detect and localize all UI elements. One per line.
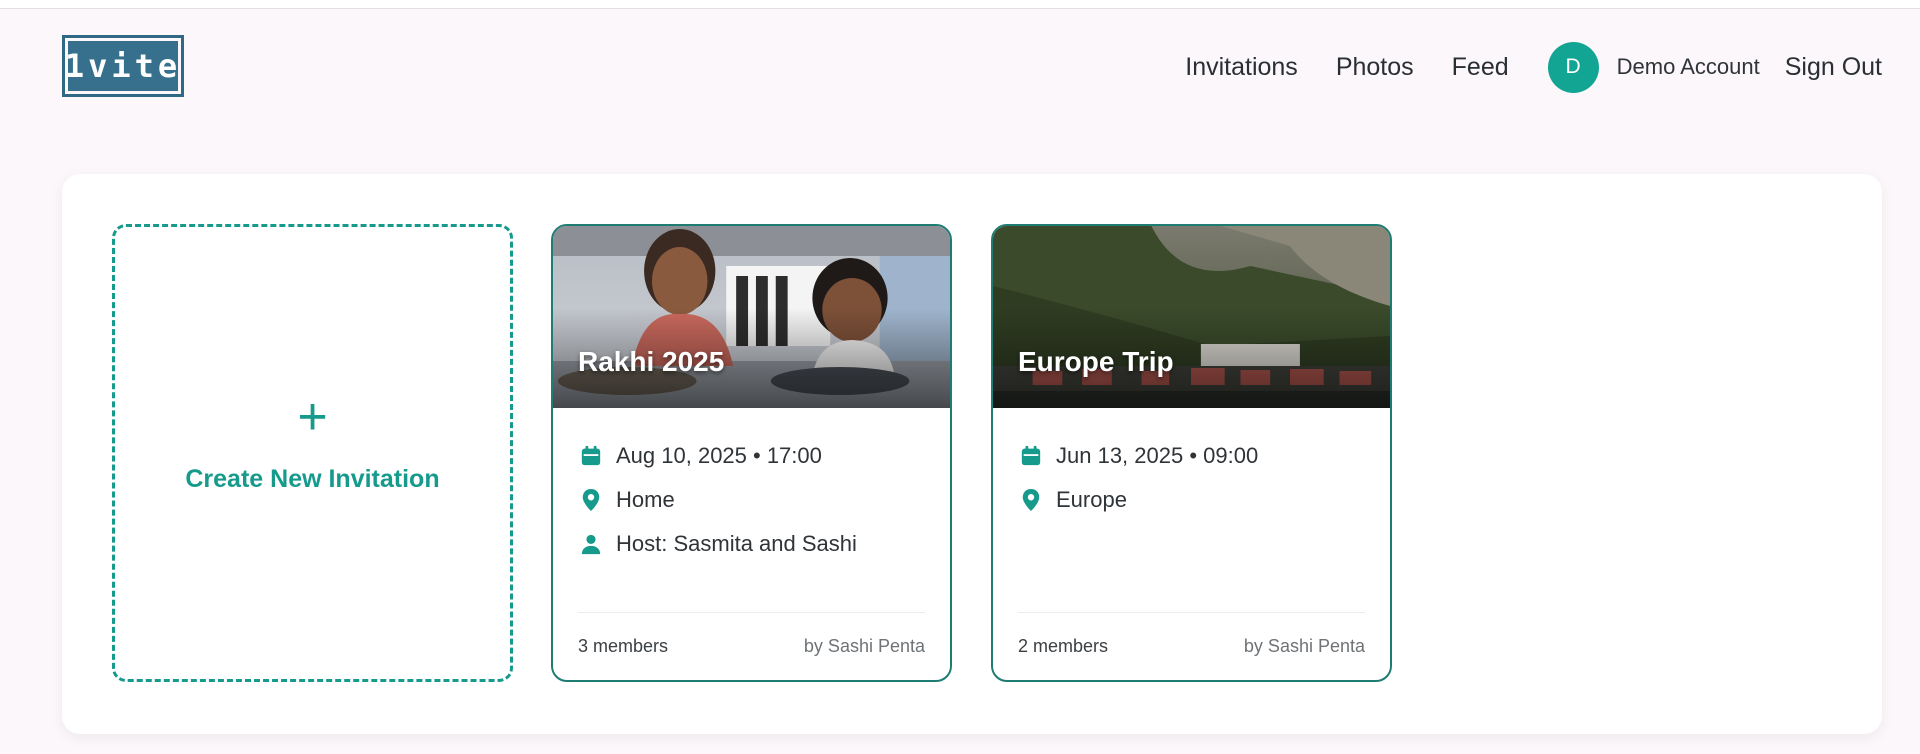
plus-icon: + <box>297 387 328 446</box>
nav-feed[interactable]: Feed <box>1452 53 1509 82</box>
account-menu[interactable]: D Demo Account <box>1547 41 1760 93</box>
created-by: by Sashi Penta <box>803 636 925 656</box>
invitations-panel: + Create New Invitation Rakhi 2025 Aug 1… <box>62 174 1882 734</box>
invitation-title: Europe Trip <box>1018 346 1174 377</box>
account-name: Demo Account <box>1616 54 1760 79</box>
location-row: Europe <box>1018 478 1365 522</box>
app-logo[interactable]: 1vite <box>62 35 184 97</box>
member-count: 2 members <box>1018 636 1109 656</box>
host-row: Host: Sasmita and Sashi <box>578 522 925 566</box>
calendar-icon <box>1018 443 1044 469</box>
location-pin-icon <box>1018 487 1044 513</box>
main-nav: Invitations Photos Feed D Demo Account S… <box>1185 41 1882 93</box>
calendar-icon <box>578 443 604 469</box>
event-host: Host: Sasmita and Sashi <box>616 531 857 556</box>
top-border <box>0 0 1920 9</box>
member-count: 3 members <box>578 636 669 656</box>
event-date: Aug 10, 2025 • 17:00 <box>616 443 822 468</box>
invitation-card[interactable]: Rakhi 2025 Aug 10, 2025 • 17:00 Home Hos… <box>551 224 952 682</box>
event-location: Home <box>616 487 675 512</box>
invitation-card[interactable]: Europe Trip Jun 13, 2025 • 09:00 Europe … <box>991 224 1392 682</box>
card-footer: 3 members by Sashi Penta <box>578 612 925 680</box>
cover-photo: Rakhi 2025 <box>553 226 950 408</box>
nav-invitations[interactable]: Invitations <box>1185 53 1298 82</box>
invitation-title: Rakhi 2025 <box>578 346 725 377</box>
card-footer: 2 members by Sashi Penta <box>1018 612 1365 680</box>
person-icon <box>578 531 604 557</box>
create-invitation-card[interactable]: + Create New Invitation <box>112 224 513 682</box>
created-by: by Sashi Penta <box>1243 636 1365 656</box>
avatar: D <box>1547 41 1599 93</box>
event-location: Europe <box>1056 487 1127 512</box>
event-date: Jun 13, 2025 • 09:00 <box>1056 443 1259 468</box>
cover-image-rakhi <box>553 226 950 408</box>
location-pin-icon <box>578 487 604 513</box>
date-row: Jun 13, 2025 • 09:00 <box>1018 434 1365 478</box>
cover-photo: Europe Trip <box>993 226 1390 408</box>
logo-text: 1vite <box>65 41 178 91</box>
app-header: 1vite Invitations Photos Feed D Demo Acc… <box>0 10 1920 122</box>
invitation-details: Jun 13, 2025 • 09:00 Europe <box>993 408 1390 522</box>
invitation-details: Aug 10, 2025 • 17:00 Home Host: Sasmita … <box>553 408 950 566</box>
date-row: Aug 10, 2025 • 17:00 <box>578 434 925 478</box>
sign-out-link[interactable]: Sign Out <box>1785 53 1882 82</box>
nav-photos[interactable]: Photos <box>1336 53 1414 82</box>
create-invitation-label: Create New Invitation <box>185 464 440 493</box>
location-row: Home <box>578 478 925 522</box>
cover-image-europe <box>993 226 1390 408</box>
